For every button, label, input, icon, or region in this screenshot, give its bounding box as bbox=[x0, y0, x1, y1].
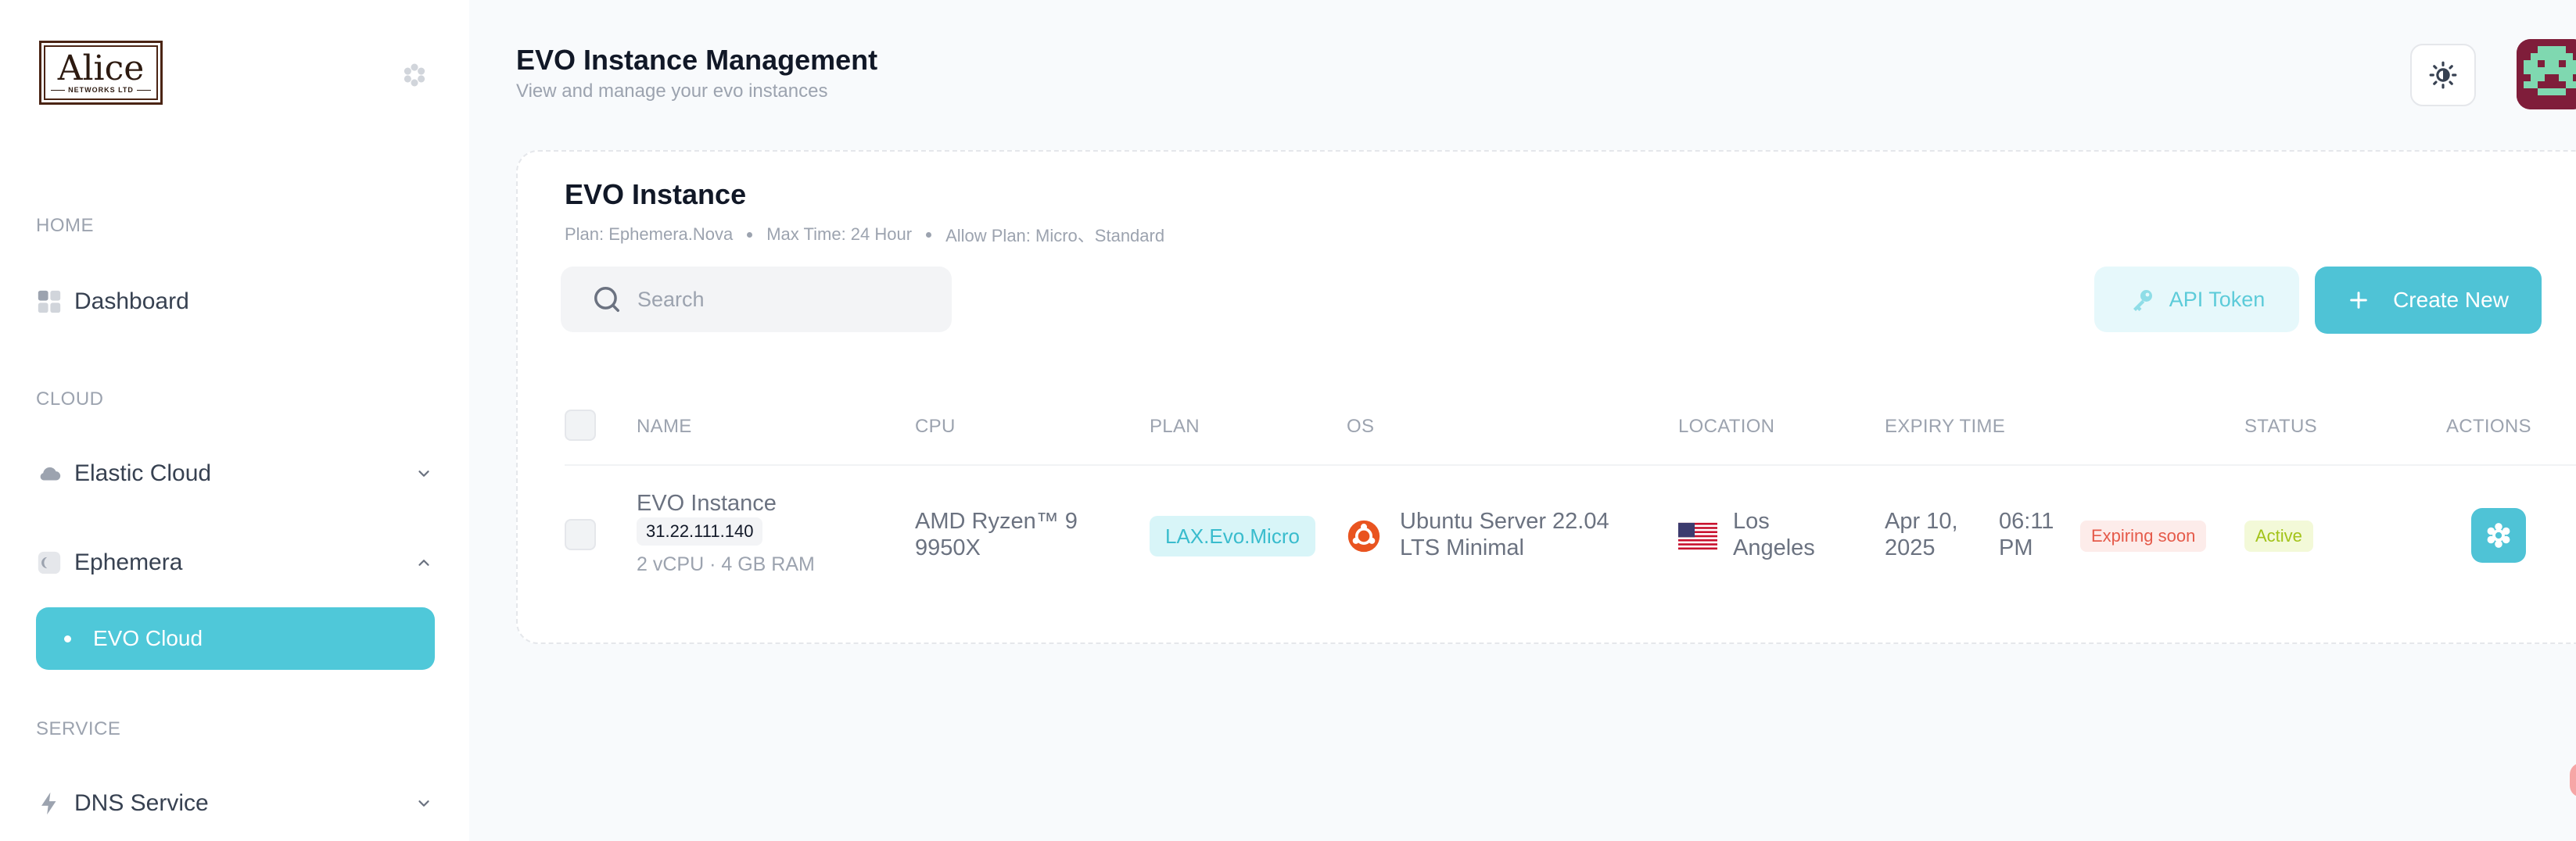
plus-icon bbox=[2350, 292, 2367, 309]
sidebar-item-dashboard[interactable]: Dashboard bbox=[36, 278, 435, 325]
sidebar-item-elastic-cloud[interactable]: Elastic Cloud bbox=[36, 450, 435, 497]
plan-badge: LAX.Evo.Micro bbox=[1150, 516, 1315, 556]
plan-meta-max-time: Max Time: 24 Hour bbox=[766, 224, 913, 244]
separator-dot bbox=[926, 231, 932, 238]
sidebar-collapse-button[interactable] bbox=[397, 58, 432, 92]
pixel-avatar-icon bbox=[2517, 39, 2576, 109]
chevron-down-icon bbox=[413, 793, 435, 814]
location-line-1: Los bbox=[1733, 509, 1770, 534]
instance-location: Los Angeles bbox=[1733, 508, 1815, 561]
instance-ip: 31.22.111.140 bbox=[637, 517, 763, 546]
logo-subtitle: NETWORKS LTD bbox=[51, 86, 151, 94]
sidebar: Alice NETWORKS LTD HOME Dashboard CLOUD bbox=[0, 0, 469, 841]
os-line-1: Ubuntu Server 22.04 bbox=[1400, 509, 1609, 534]
column-header-status[interactable]: STATUS bbox=[2244, 416, 2317, 438]
column-header-location[interactable]: LOCATION bbox=[1678, 416, 1774, 438]
plan-meta-plan: Plan: Ephemera.Nova bbox=[565, 224, 734, 244]
expiry-date: Apr 10, 2025 bbox=[1885, 508, 1958, 561]
page-title: EVO Instance Management bbox=[516, 44, 878, 76]
plan-meta: Plan: Ephemera.Nova Max Time: 24 Hour Al… bbox=[565, 222, 1164, 247]
instance-specs: 2 vCPU · 4 GB RAM bbox=[637, 553, 815, 575]
expiry-time: 06:11 PM bbox=[1999, 508, 2054, 561]
cpu-line-1: AMD Ryzen™ 9 bbox=[915, 509, 1078, 534]
column-header-name[interactable]: NAME bbox=[637, 416, 692, 438]
moon-icon bbox=[36, 549, 63, 576]
sidebar-item-evo-cloud[interactable]: EVO Cloud bbox=[36, 607, 435, 670]
avatar[interactable] bbox=[2517, 39, 2576, 109]
os-line-2: LTS Minimal bbox=[1400, 535, 1524, 560]
column-header-actions: ACTIONS bbox=[2446, 416, 2531, 437]
section-label-cloud: CLOUD bbox=[36, 388, 104, 410]
column-header-os[interactable]: OS bbox=[1347, 416, 1374, 438]
us-flag-icon bbox=[1678, 522, 1717, 550]
page-subtitle: View and manage your evo instances bbox=[516, 81, 828, 102]
column-header-cpu[interactable]: CPU bbox=[915, 416, 956, 438]
table-divider bbox=[565, 464, 2576, 466]
select-all-checkbox[interactable] bbox=[565, 410, 596, 441]
sidebar-item-ephemera[interactable]: Ephemera bbox=[36, 539, 435, 586]
search-input[interactable] bbox=[637, 287, 935, 312]
plan-meta-allow-plan: Allow Plan: Micro、Standard bbox=[945, 226, 1165, 245]
sidebar-item-label: DNS Service bbox=[74, 790, 209, 816]
search-box[interactable] bbox=[561, 267, 952, 332]
section-label-home: HOME bbox=[36, 215, 94, 236]
logo-frame: Alice NETWORKS LTD bbox=[44, 45, 158, 100]
floating-edge-widget[interactable] bbox=[2570, 763, 2576, 797]
separator-dot bbox=[747, 231, 753, 238]
search-icon bbox=[594, 287, 619, 312]
cloud-icon bbox=[36, 460, 63, 487]
instance-name[interactable]: EVO Instance bbox=[637, 491, 777, 517]
api-token-label: API Token bbox=[2169, 287, 2266, 311]
sidebar-item-label: EVO Cloud bbox=[93, 626, 203, 650]
column-header-expiry-time[interactable]: EXPIRY TIME bbox=[1885, 416, 2005, 438]
grid-icon bbox=[36, 288, 63, 315]
logo-word: Alice bbox=[57, 48, 145, 88]
card-title: EVO Instance bbox=[565, 178, 747, 210]
location-line-2: Angeles bbox=[1733, 535, 1815, 560]
key-icon bbox=[2133, 290, 2152, 311]
bullet-icon bbox=[64, 635, 71, 642]
expiry-date-line-2: 2025 bbox=[1885, 535, 1936, 560]
expiring-soon-badge: Expiring soon bbox=[2080, 521, 2207, 552]
ubuntu-icon bbox=[1347, 520, 1380, 553]
bolt-icon bbox=[36, 790, 63, 817]
chevron-down-icon bbox=[413, 463, 435, 485]
expiry-date-line-1: Apr 10, bbox=[1885, 509, 1958, 534]
sidebar-item-label: Elastic Cloud bbox=[74, 460, 212, 486]
chevron-up-icon bbox=[413, 552, 435, 574]
instances-card: EVO Instance Plan: Ephemera.Nova Max Tim… bbox=[516, 150, 2576, 644]
status-badge: Active bbox=[2244, 521, 2313, 552]
instance-cpu: AMD Ryzen™ 9 9950X bbox=[915, 508, 1078, 561]
sidebar-item-dns-service[interactable]: DNS Service bbox=[36, 780, 435, 827]
create-new-button[interactable]: Create New bbox=[2315, 267, 2542, 334]
sidebar-item-label: Ephemera bbox=[74, 549, 183, 575]
instance-settings-button[interactable] bbox=[2471, 508, 2526, 563]
sidebar-item-label: Dashboard bbox=[74, 288, 189, 314]
sun-icon bbox=[2429, 61, 2457, 89]
section-label-service: SERVICE bbox=[36, 718, 121, 739]
api-token-button[interactable]: API Token bbox=[2094, 267, 2299, 332]
expiry-time-line-2: PM bbox=[1999, 535, 2033, 560]
row-checkbox[interactable] bbox=[565, 519, 596, 550]
logo[interactable]: Alice NETWORKS LTD bbox=[39, 41, 163, 105]
expiry-time-line-1: 06:11 bbox=[1999, 509, 2054, 534]
create-new-label: Create New bbox=[2393, 288, 2509, 312]
instance-os: Ubuntu Server 22.04 LTS Minimal bbox=[1400, 508, 1609, 561]
theme-toggle-button[interactable] bbox=[2410, 44, 2476, 106]
gear-icon bbox=[2487, 523, 2510, 548]
gear-icon bbox=[404, 63, 425, 87]
cpu-line-2: 9950X bbox=[915, 535, 981, 560]
column-header-plan[interactable]: PLAN bbox=[1150, 416, 1200, 438]
